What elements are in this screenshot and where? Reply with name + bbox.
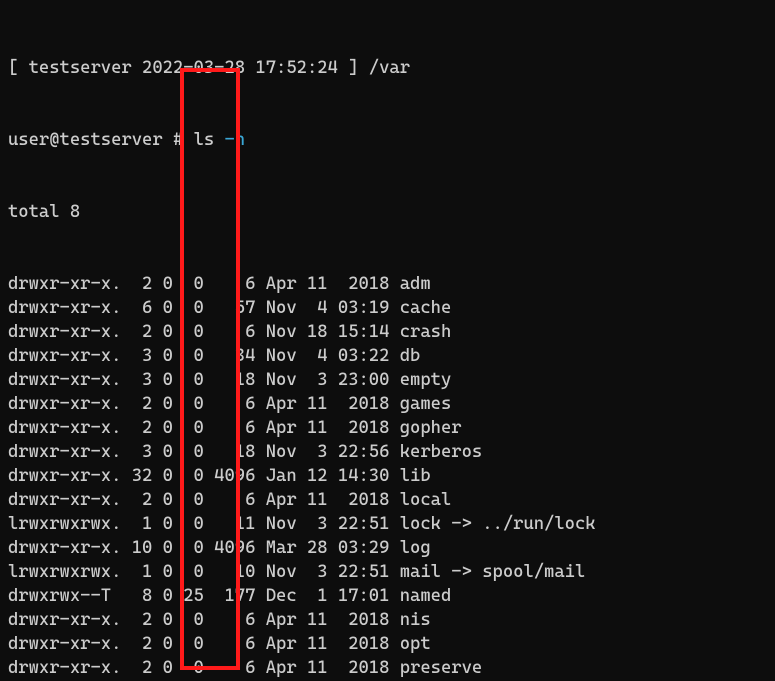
- ls-row: drwxr-xr-x. 2 0 0 6 Apr 11 2018 nis: [8, 608, 767, 632]
- ls-row: drwxr-xr-x. 2 0 0 6 Apr 11 2018 local: [8, 488, 767, 512]
- ls-row: drwxr-xr-x. 2 0 0 6 Nov 18 15:14 crash: [8, 320, 767, 344]
- ls-row: drwxr-xr-x. 3 0 0 34 Nov 4 03:22 db: [8, 344, 767, 368]
- total-line: total 8: [8, 200, 767, 224]
- context-line: [ testserver 2022-03-28 17:52:24 ] /var: [8, 56, 767, 80]
- terminal-output: [ testserver 2022-03-28 17:52:24 ] /var …: [0, 0, 775, 681]
- ls-row: drwxr-xr-x. 32 0 0 4096 Jan 12 14:30 lib: [8, 464, 767, 488]
- command-flag: -n: [225, 130, 246, 150]
- ls-row: drwxr-xr-x. 2 0 0 6 Apr 11 2018 adm: [8, 272, 767, 296]
- prompt-prefix: user@testserver #: [8, 130, 194, 150]
- ls-row: lrwxrwxrwx. 1 0 0 11 Nov 3 22:51 lock ->…: [8, 512, 767, 536]
- ls-listing: drwxr-xr-x. 2 0 0 6 Apr 11 2018 admdrwxr…: [8, 272, 767, 681]
- ls-row: drwxr-xr-x. 10 0 0 4096 Mar 28 03:29 log: [8, 536, 767, 560]
- ls-row: drwxr-xr-x. 6 0 0 57 Nov 4 03:19 cache: [8, 296, 767, 320]
- command-text: ls: [194, 130, 225, 150]
- host-context: [ testserver 2022-03-28 17:52:24 ] /var: [8, 58, 410, 78]
- prompt-line[interactable]: user@testserver # ls -n: [8, 128, 767, 152]
- ls-row: drwxr-xr-x. 3 0 0 18 Nov 3 23:00 empty: [8, 368, 767, 392]
- ls-row: drwxr-xr-x. 3 0 0 18 Nov 3 22:56 kerbero…: [8, 440, 767, 464]
- ls-row: drwxrwx--T 8 0 25 177 Dec 1 17:01 named: [8, 584, 767, 608]
- ls-row: drwxr-xr-x. 2 0 0 6 Apr 11 2018 gopher: [8, 416, 767, 440]
- ls-row: lrwxrwxrwx. 1 0 0 10 Nov 3 22:51 mail ->…: [8, 560, 767, 584]
- ls-row: drwxr-xr-x. 2 0 0 6 Apr 11 2018 preserve: [8, 656, 767, 680]
- ls-row: drwxr-xr-x. 2 0 0 6 Apr 11 2018 games: [8, 392, 767, 416]
- ls-row: drwxr-xr-x. 2 0 0 6 Apr 11 2018 opt: [8, 632, 767, 656]
